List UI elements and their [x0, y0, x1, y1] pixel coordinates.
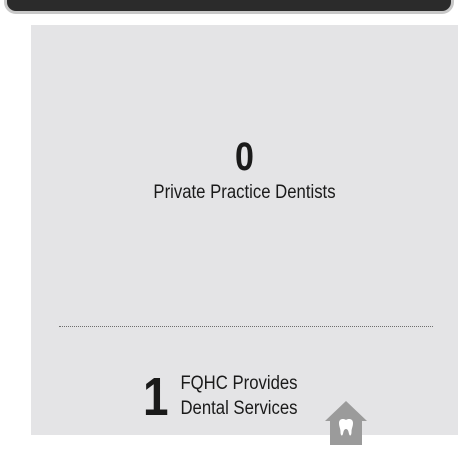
- header-bar: [4, 0, 454, 14]
- fqhc-label: FQHC Provides Dental Services: [173, 371, 305, 421]
- fqhc-count: 1: [143, 367, 169, 427]
- private-practice-stat: 0 Private Practice Dentists: [31, 135, 458, 205]
- house-tooth-icon: [325, 401, 367, 445]
- private-practice-label: Private Practice Dentists: [153, 182, 336, 203]
- page: 0 Private Practice Dentists 1 FQHC Provi…: [0, 0, 458, 462]
- stats-panel: 0 Private Practice Dentists 1 FQHC Provi…: [31, 25, 458, 445]
- fqhc-label-line-1: FQHC Provides: [180, 373, 298, 394]
- dotted-divider: [59, 326, 433, 327]
- fqhc-stat: 1 FQHC Provides Dental Services: [31, 365, 458, 445]
- fqhc-label-line-2: Dental Services: [180, 398, 298, 419]
- private-practice-count: 0: [235, 135, 254, 179]
